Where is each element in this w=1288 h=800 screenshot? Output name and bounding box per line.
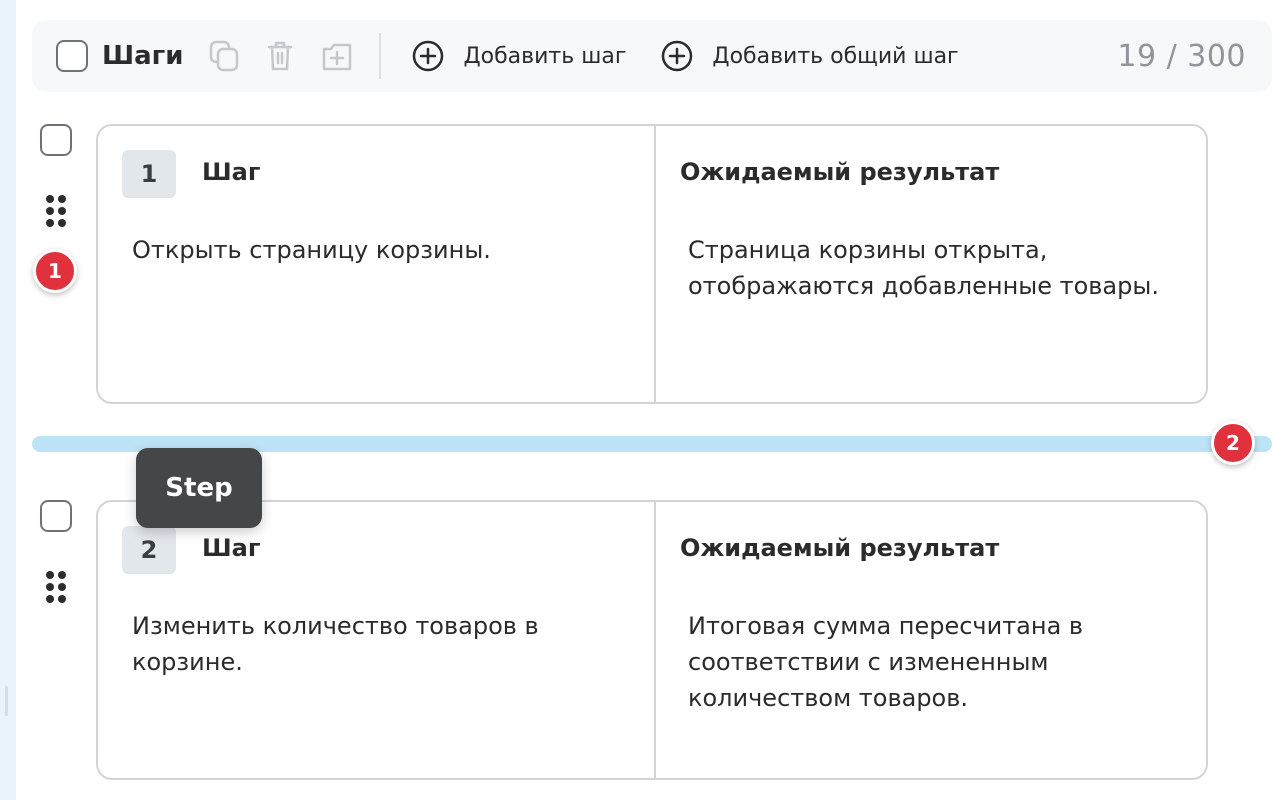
drag-tooltip: Step [136,448,262,528]
step-1-checkbox[interactable] [40,124,72,156]
plus-circle-icon [662,40,693,72]
expected-result-text[interactable]: Итоговая сумма пересчитана в соответстви… [688,608,1178,716]
resize-handle[interactable] [5,686,8,716]
column-divider [654,126,656,402]
add-to-shared-icon[interactable] [319,39,355,73]
step-number: 1 [122,150,176,198]
step-number: 2 [122,526,176,574]
step-text[interactable]: Изменить количество товаров в корзине. [132,608,622,680]
expected-result-text[interactable]: Страница корзины открыта, отображаются д… [688,232,1178,304]
select-all-checkbox[interactable] [56,40,88,72]
expected-result-header: Ожидаемый результат [680,534,1000,562]
step-header: Шаг [202,534,261,562]
copy-icon[interactable] [207,39,241,73]
step-card[interactable]: 1 Шаг Ожидаемый результат Открыть страни… [96,124,1208,404]
step-card[interactable]: 2 Шаг Ожидаемый результат Изменить колич… [96,500,1208,780]
step-header: Шаг [202,158,261,186]
step-2-checkbox[interactable] [40,500,72,532]
annotation-badge: 2 [1211,421,1255,465]
step-text[interactable]: Открыть страницу корзины. [132,232,622,268]
steps-counter: 19 / 300 [1117,38,1246,74]
left-rail [0,0,16,800]
add-step-button[interactable]: Добавить шаг [411,39,626,73]
trash-icon[interactable] [265,39,295,73]
column-divider [654,502,656,778]
steps-title: Шаги [102,41,184,71]
add-step-label: Добавить шаг [463,43,627,69]
add-shared-step-label: Добавить общий шаг [712,43,959,69]
drag-handle-icon[interactable] [44,570,68,604]
add-shared-step-button[interactable]: Добавить общий шаг [660,39,959,73]
drag-handle-icon[interactable] [44,194,68,228]
expected-result-header: Ожидаемый результат [680,158,1000,186]
steps-toolbar: Шаги Добавить шаг Добавить общий шаг 19 … [32,20,1272,92]
toolbar-divider [379,33,382,79]
plus-circle-icon [413,40,444,72]
annotation-badge: 1 [33,249,77,293]
